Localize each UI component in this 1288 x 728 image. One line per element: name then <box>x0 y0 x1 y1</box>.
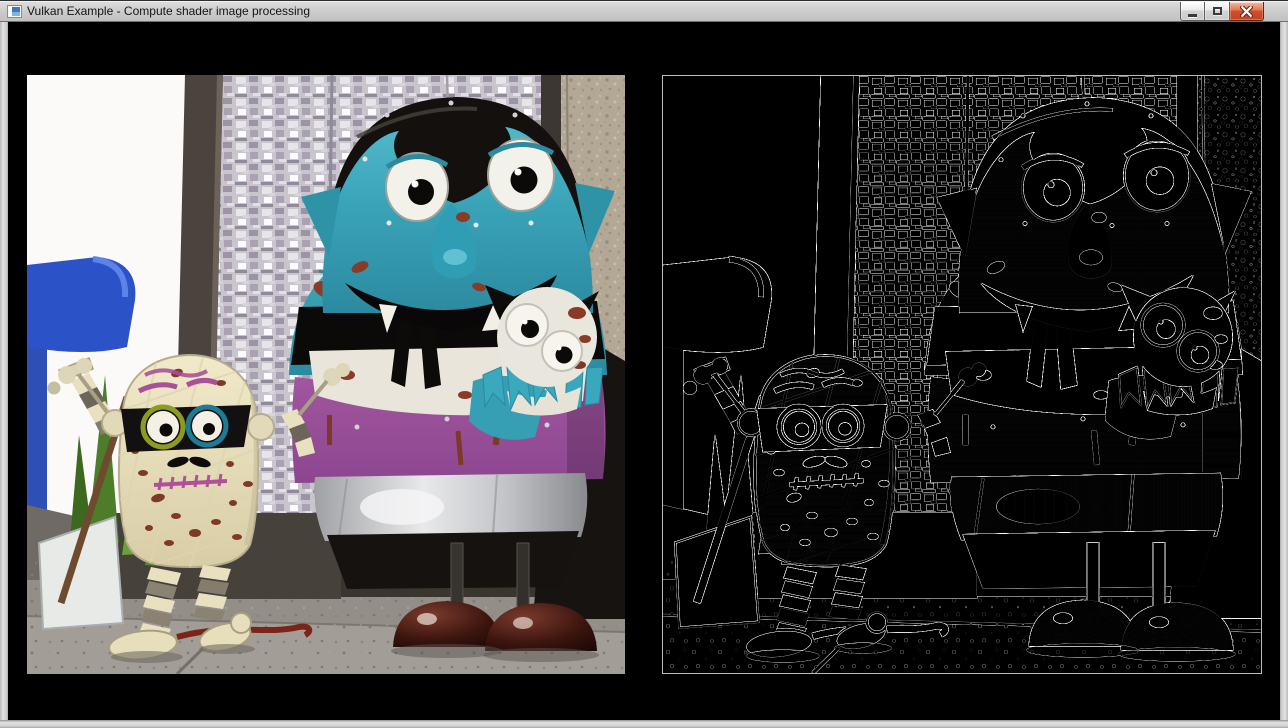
original-image-panel <box>27 75 625 674</box>
close-button[interactable] <box>1230 2 1264 21</box>
maximize-button[interactable] <box>1205 2 1230 21</box>
minimize-button[interactable] <box>1180 2 1205 21</box>
close-icon <box>1240 6 1253 17</box>
title-bar[interactable]: Vulkan Example - Compute shader image pr… <box>0 0 1288 22</box>
render-client-area <box>8 22 1280 720</box>
app-icon[interactable] <box>7 5 22 18</box>
window-frame-bottom <box>0 720 1288 728</box>
maximize-icon <box>1213 7 1222 15</box>
window-frame-right <box>1280 22 1288 728</box>
window-title: Vulkan Example - Compute shader image pr… <box>27 1 310 21</box>
vulkan-example-window: Vulkan Example - Compute shader image pr… <box>0 0 1288 728</box>
window-frame-left <box>0 22 8 728</box>
original-image <box>27 75 625 674</box>
window-controls <box>1180 2 1264 21</box>
edge-output-panel <box>662 75 1262 674</box>
minimize-icon <box>1188 14 1197 17</box>
edge-detected-image <box>663 76 1261 673</box>
